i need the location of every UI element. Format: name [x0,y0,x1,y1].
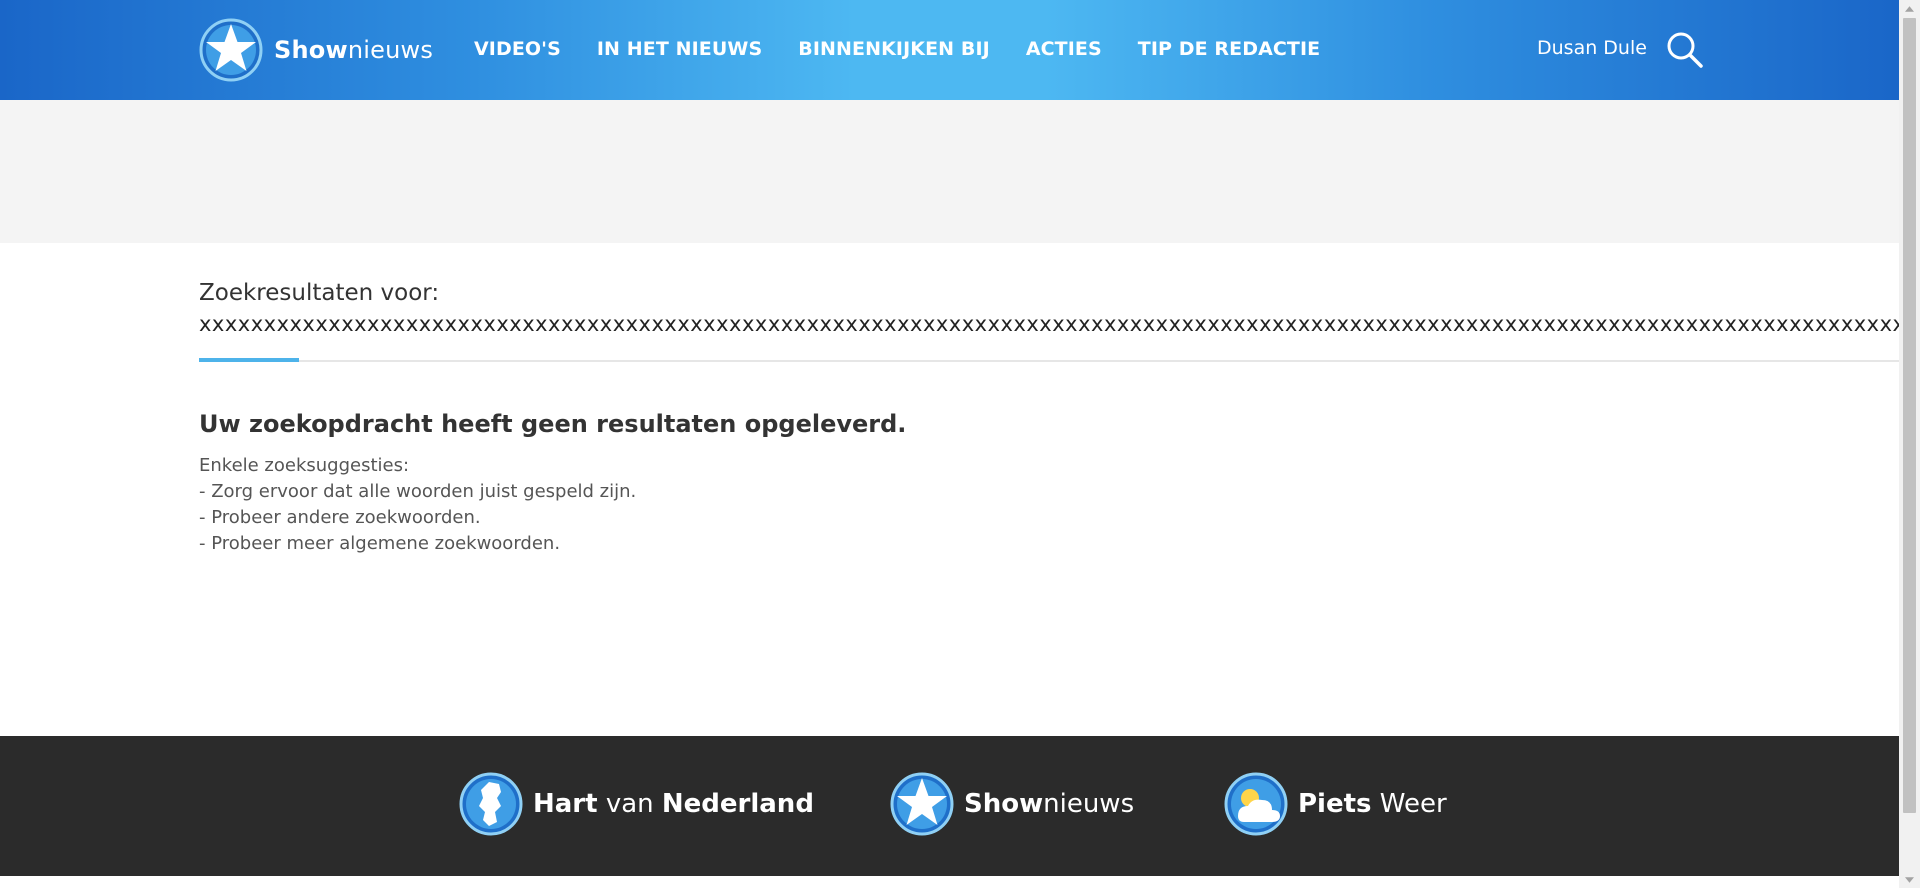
footer-brand-piets-weer[interactable]: Piets Weer [1224,772,1447,836]
search-suggestions: Enkele zoeksuggesties: - Zorg ervoor dat… [199,453,636,557]
scroll-up-arrow-icon[interactable] [1899,0,1920,17]
footer-brand-shownieuws[interactable]: Shownieuws [890,772,1134,836]
suggestion-item: - Zorg ervoor dat alle woorden juist ges… [199,481,637,502]
user-account-link[interactable]: Dusan Dule [1537,37,1647,59]
suggestions-intro: Enkele zoeksuggesties: [199,455,410,476]
footer-brand-hart-van-nederland[interactable]: Hart van Nederland [459,772,814,836]
site-footer: Hart van Nederland Shownieuws Piets Weer [0,736,1899,876]
no-results-heading: Uw zoekopdracht heeft geen resultaten op… [199,410,907,438]
section-divider [199,360,1899,362]
suggestion-item: - Probeer meer algemene zoekwoorden. [199,533,561,554]
weather-cloud-icon [1224,772,1288,836]
advertisement-placeholder [0,100,1899,243]
star-icon [890,772,954,836]
scrollbar-thumb[interactable] [1903,18,1916,813]
star-logo-icon [199,18,263,82]
search-query-text: xxxxxxxxxxxxxxxxxxxxxxxxxxxxxxxxxxxxxxxx… [199,312,1899,336]
scroll-down-arrow-icon[interactable] [1899,871,1920,888]
nav-item-videos[interactable]: VIDEO'S [474,38,561,60]
site-header: Shownieuws VIDEO'S IN HET NIEUWS BINNENK… [0,0,1899,100]
suggestion-item: - Probeer andere zoekwoorden. [199,507,481,528]
search-results-header: Zoekresultaten voor: xxxxxxxxxxxxxxxxxxx… [199,280,1899,336]
brand-name: Piets Weer [1298,789,1447,819]
shownieuws-logo[interactable]: Shownieuws [199,18,433,82]
page-scrollbar[interactable] [1899,0,1920,888]
search-icon [1667,32,1703,68]
nav-item-binnenkijken-bij[interactable]: BINNENKIJKEN BIJ [798,38,990,60]
section-divider-accent [199,358,299,362]
main-nav: VIDEO'S IN HET NIEUWS BINNENKIJKEN BIJ A… [474,38,1320,60]
nav-item-tip-de-redactie[interactable]: TIP DE REDACTIE [1138,38,1320,60]
brand-name: Shownieuws [964,789,1135,819]
search-results-label: Zoekresultaten voor: [199,280,440,306]
logo-wordmark: Shownieuws [274,36,434,64]
nav-item-acties[interactable]: ACTIES [1026,38,1102,60]
search-button[interactable] [1665,30,1705,70]
netherlands-map-icon [459,772,523,836]
brand-name: Hart van Nederland [533,789,814,819]
nav-item-in-het-nieuws[interactable]: IN HET NIEUWS [597,38,762,60]
